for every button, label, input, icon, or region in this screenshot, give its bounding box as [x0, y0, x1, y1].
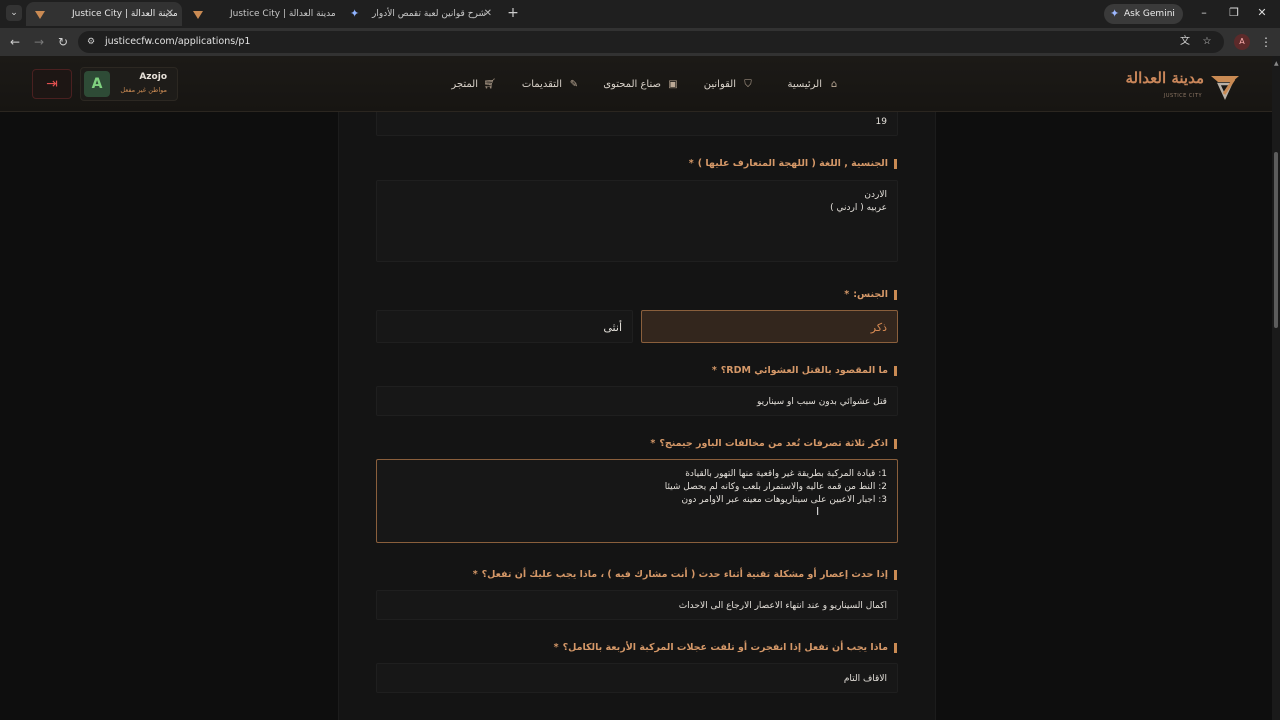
text-line: عربيه ( اردني ) [830, 203, 887, 213]
brand-name: مدينة العدالة [1125, 69, 1204, 87]
age-value: 19 [875, 117, 887, 127]
user-status: مواطن غير مفعل [120, 86, 167, 94]
powergaming-textarea[interactable]: 1: قيادة المركبة بطريقة غير واقعية منها … [376, 459, 898, 543]
scroll-up-arrow-icon[interactable]: ▲ [1274, 60, 1279, 67]
tires-answer: الاقاف التام [843, 674, 887, 684]
text-line: الاردن [864, 190, 887, 200]
ask-gemini-label: Ask Gemini [1124, 9, 1175, 19]
rdm-label-text: ما المقصود بالقتل العشوائي RDM؟ [720, 365, 888, 376]
powergaming-label-text: اذكر ثلاثة تصرفات تُعد من مخالفات الباور… [659, 438, 888, 449]
nationality-label: الجنسية , اللغة ( اللهجة المتعارف عليها … [688, 158, 898, 169]
tires-label-text: ماذا يجب أن تفعل إذا انفجرت أو تلفت عجلا… [562, 642, 888, 653]
url-text: justicecfw.com/applications/p1 [105, 36, 251, 47]
edit-icon: ✎ [569, 79, 579, 90]
nav-home[interactable]: ⌂ الرئيسية [788, 76, 840, 94]
gender-option-label: ذكر [870, 321, 887, 334]
site-brand[interactable]: مدينة العدالة JUSTICE CITY [1112, 67, 1242, 101]
required-mark: * [472, 569, 478, 580]
gemini-favicon-icon: ✦ [350, 7, 360, 20]
tab-title: Justice City | مدينة العدالة [230, 9, 336, 19]
powergaming-label: اذكر ثلاثة تصرفات تُعد من مخالفات الباور… [650, 438, 897, 449]
rdm-label: ما المقصود بالقتل العشوائي RDM؟* [711, 365, 898, 376]
forward-arrow-icon[interactable]: → [31, 34, 47, 50]
application-form: 19 الجنسية , اللغة ( اللهجة المتعارف علي… [338, 112, 936, 720]
tires-label: ماذا يجب أن تفعل إذا انفجرت أو تلفت عجلا… [553, 642, 898, 653]
avatar: A [84, 71, 110, 97]
ask-gemini-button[interactable]: ✦ Ask Gemini [1104, 4, 1183, 24]
logout-icon: ⇥ [46, 76, 58, 92]
tab-close-icon[interactable]: ✕ [166, 2, 174, 26]
browser-tab-1[interactable]: Justice City | مدينة العدالة ✕ [26, 2, 182, 26]
tires-input[interactable]: الاقاف التام [376, 663, 898, 693]
crash-answer: اكمال السيناريو و عند انتهاء الاعصار الا… [678, 601, 887, 611]
new-tab-button[interactable]: + [506, 4, 520, 22]
nav-store[interactable]: 🛒︎ المتجر [451, 76, 496, 94]
required-mark: * [553, 642, 559, 653]
crash-label: إذا حدث إعصار أو مشكلة تقنية أثناء حدث (… [472, 569, 898, 580]
nav-rules[interactable]: ⛉ القوانين [704, 76, 754, 94]
rdm-input[interactable]: قتل عشوائي بدون سبب او سيناريو [376, 386, 898, 416]
site-favicon-icon [193, 11, 203, 19]
user-card[interactable]: A Azojo مواطن غير مفعل [80, 67, 178, 101]
gender-option-female[interactable]: أنثى [376, 310, 633, 343]
tab-close-icon[interactable]: ✕ [484, 2, 492, 26]
browser-tab-3[interactable]: ✦ شرح قوانين لعبة تقمص الأدوار ✕ [342, 2, 500, 26]
back-arrow-icon[interactable]: ← [7, 34, 23, 50]
tab-title: شرح قوانين لعبة تقمص الأدوار [372, 9, 487, 19]
gender-option-male[interactable]: ذكر [641, 310, 898, 343]
site-favicon-icon [35, 11, 45, 19]
tab-search-button[interactable]: ⌄ [6, 5, 22, 21]
translate-icon[interactable]: 文 [1178, 35, 1192, 49]
required-mark: * [650, 438, 656, 449]
reload-icon[interactable]: ↻ [55, 34, 71, 50]
crash-input[interactable]: اكمال السيناريو و عند انتهاء الاعصار الا… [376, 590, 898, 620]
gender-label-text: الجنس: [853, 289, 888, 300]
text-line: 2: النط من قمه عاليه والاستمرار بلعب وكا… [664, 482, 887, 492]
site-info-icon[interactable]: ⚙ [87, 36, 99, 48]
browser-tabbar: ⌄ Justice City | مدينة العدالة ✕ Justice… [0, 0, 1280, 28]
logout-button[interactable]: ⇥ [32, 69, 72, 99]
minimize-icon[interactable]: – [1198, 6, 1210, 20]
nav-creators[interactable]: ▣ صناع المحتوى [603, 76, 679, 94]
browser-tab-2[interactable]: Justice City | مدينة العدالة [184, 2, 340, 26]
justice-city-logo-icon [1211, 76, 1239, 100]
scrollbar-thumb[interactable] [1274, 152, 1278, 328]
rdm-answer: قتل عشوائي بدون سبب او سيناريو [756, 397, 887, 407]
gender-label: الجنس:* [844, 289, 897, 300]
close-window-icon[interactable]: ✕ [1256, 6, 1268, 20]
nationality-textarea[interactable]: الاردن عربيه ( اردني ) [376, 180, 898, 262]
nav-rules-label: القوانين [703, 79, 736, 90]
browser-toolbar: ← → ↻ ⚙ justicecfw.com/applications/p1 文… [0, 28, 1280, 56]
user-name: Azojo [139, 72, 167, 82]
tab-title: Justice City | مدينة العدالة [72, 9, 178, 19]
gender-option-label: أنثى [603, 321, 622, 334]
bookmark-star-icon[interactable]: ☆ [1200, 35, 1214, 49]
browser-menu-icon[interactable]: ⋮ [1260, 34, 1272, 50]
nav-creators-label: صناع المحتوى [603, 79, 661, 90]
text-cursor-icon: I [816, 505, 820, 518]
site-header: مدينة العدالة JUSTICE CITY ⌂ الرئيسية ⛉ ال… [0, 56, 1272, 112]
address-bar[interactable]: ⚙ justicecfw.com/applications/p1 文 ☆ [78, 31, 1224, 53]
page-content: 19 الجنسية , اللغة ( اللهجة المتعارف علي… [0, 112, 1272, 720]
text-line: 3: اجبار الاعبين على سيناريوهات معينه عب… [681, 495, 887, 505]
video-icon: ▣ [668, 79, 678, 90]
required-mark: * [844, 289, 850, 300]
gemini-spark-icon: ✦ [1110, 7, 1120, 20]
text-line: 1: قيادة المركبة بطريقة غير واقعية منها … [685, 469, 887, 479]
nav-applications[interactable]: ✎ التقديمات [522, 76, 580, 94]
required-mark: * [711, 365, 717, 376]
nav-home-label: الرئيسية [787, 79, 822, 90]
crash-label-text: إذا حدث إعصار أو مشكلة تقنية أثناء حدث (… [481, 569, 888, 580]
restore-icon[interactable]: ❐ [1228, 6, 1240, 20]
home-icon: ⌂ [830, 79, 838, 90]
age-field[interactable]: 19 [376, 112, 898, 136]
shield-icon: ⛉ [744, 79, 752, 90]
brand-subtitle: JUSTICE CITY [1163, 93, 1202, 99]
profile-avatar[interactable]: A [1234, 34, 1250, 50]
required-mark: * [688, 158, 694, 169]
cart-icon: 🛒︎ [483, 79, 496, 90]
nationality-label-text: الجنسية , اللغة ( اللهجة المتعارف عليها … [697, 158, 888, 169]
nav-store-label: المتجر [451, 79, 478, 90]
nav-applications-label: التقديمات [521, 79, 562, 90]
